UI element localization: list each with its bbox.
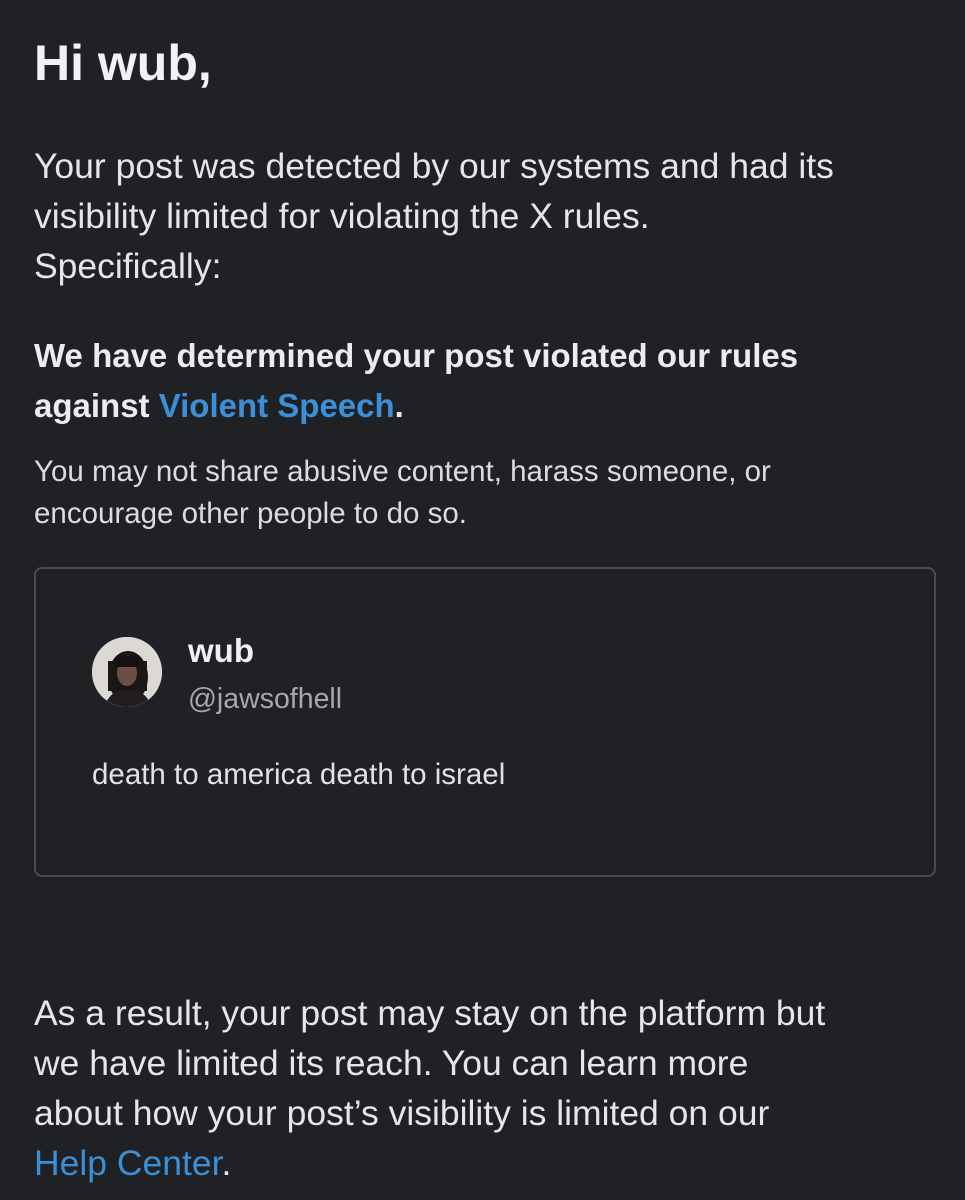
avatar	[92, 637, 162, 707]
intro-line: visibility limited for violating the X r…	[34, 196, 650, 236]
result-line: about how your post’s visibility is limi…	[34, 1093, 770, 1133]
post-author-name: wub	[188, 632, 254, 669]
violation-statement: We have determined your post violated ou…	[34, 331, 954, 431]
rule-description: You may not share abusive content, haras…	[34, 451, 954, 535]
intro-line: Specifically:	[34, 246, 222, 286]
violation-suffix: .	[394, 387, 404, 424]
help-center-link[interactable]: Help Center	[34, 1143, 221, 1183]
result-line: As a result, your post may stay on the p…	[34, 993, 826, 1033]
violation-line: We have determined your post violated ou…	[34, 337, 799, 374]
result-line: we have limited its reach. You can learn…	[34, 1043, 749, 1083]
violent-speech-link[interactable]: Violent Speech	[159, 387, 395, 424]
avatar-image	[92, 637, 162, 707]
violation-line: against Violent Speech.	[34, 381, 954, 431]
email-body: Hi wub, Your post was detected by our sy…	[0, 0, 965, 1200]
intro-line: Your post was detected by our systems an…	[34, 146, 834, 186]
post-author-handle: @jawsofhell	[188, 683, 343, 715]
result-suffix: .	[221, 1143, 232, 1183]
rule-description-line: You may not share abusive content, haras…	[34, 455, 771, 488]
result-line: Help Center.	[34, 1138, 954, 1188]
post-card[interactable]: wub @jawsofhell death to america death t…	[34, 567, 936, 877]
violation-prefix: against	[34, 387, 159, 424]
greeting-heading: Hi wub,	[34, 35, 212, 91]
result-paragraph: As a result, your post may stay on the p…	[34, 988, 954, 1188]
intro-paragraph: Your post was detected by our systems an…	[34, 141, 954, 291]
post-text: death to america death to israel	[92, 758, 506, 791]
rule-description-line: encourage other people to do so.	[34, 497, 467, 530]
